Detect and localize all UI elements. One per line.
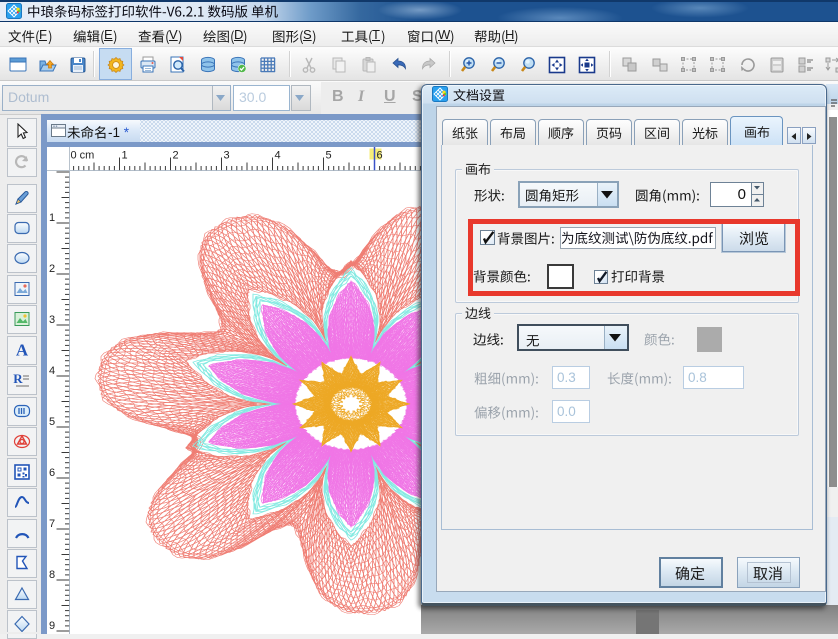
svg-text:4: 4 <box>49 365 55 377</box>
svg-text:3: 3 <box>224 150 230 162</box>
svg-text:6: 6 <box>377 150 383 162</box>
svg-text:7: 7 <box>49 518 55 530</box>
svg-text:1: 1 <box>49 212 55 224</box>
svg-text:R: R <box>13 371 23 386</box>
svg-text:4: 4 <box>275 150 281 162</box>
svg-text:2: 2 <box>49 263 55 275</box>
svg-text:3: 3 <box>49 314 55 326</box>
svg-text:5: 5 <box>49 416 55 428</box>
svg-text:8: 8 <box>49 569 55 581</box>
svg-text:6: 6 <box>49 467 55 479</box>
svg-text:A: A <box>16 341 29 359</box>
svg-text:0 cm: 0 cm <box>71 150 95 162</box>
svg-text:9: 9 <box>49 620 55 632</box>
svg-text:2: 2 <box>173 150 179 162</box>
svg-text:1: 1 <box>122 150 128 162</box>
svg-text:5: 5 <box>326 150 332 162</box>
